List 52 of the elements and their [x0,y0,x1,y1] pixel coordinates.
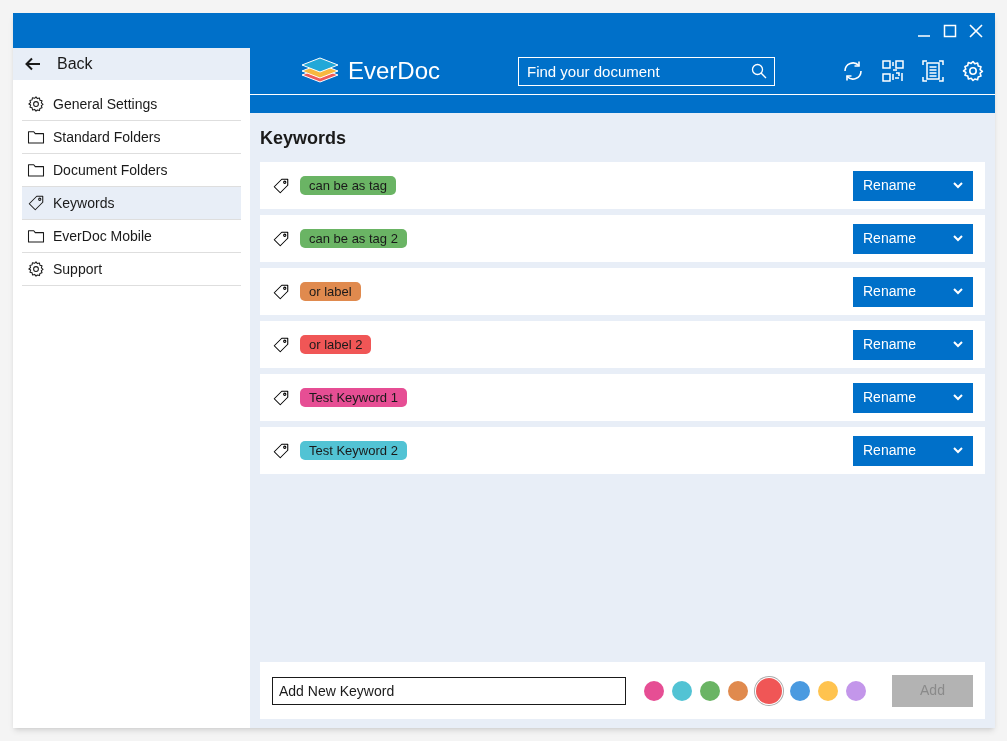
document-scan-icon[interactable] [921,59,945,83]
color-swatch[interactable] [818,680,838,701]
chevron-down-icon [953,447,963,454]
keyword-input-field[interactable]: Add New Keyword [272,676,626,705]
page-title: Keywords [260,127,348,150]
folder-icon [27,162,45,178]
arrow-left-icon [25,57,41,71]
tag-icon [27,194,45,212]
keyword-tag: Test Keyword 2 [300,441,407,460]
rename-button[interactable]: Rename [853,382,973,413]
tag-icon [272,229,290,248]
gear-icon [27,95,45,113]
color-swatch[interactable] [756,677,782,704]
search-field[interactable]: Find your document [518,56,775,86]
tag-icon [272,282,290,301]
qr-code-icon[interactable] [881,59,905,83]
search-icon [751,62,767,79]
color-swatch[interactable] [700,680,720,701]
tag-icon [272,176,290,195]
chevron-down-icon [953,288,963,295]
keyword-tag: Test Keyword 1 [300,388,407,407]
sync-icon[interactable] [841,59,865,83]
maximize-icon[interactable] [943,23,957,38]
color-swatch[interactable] [644,680,664,701]
close-icon[interactable] [969,23,983,38]
folder-icon [27,228,45,244]
color-swatch[interactable] [672,680,692,701]
chevron-down-icon [953,182,963,189]
rename-button[interactable]: Rename [853,329,973,360]
rename-button[interactable]: Rename [853,170,973,201]
gear-icon [27,260,45,278]
chevron-down-icon [953,394,963,401]
color-swatch[interactable] [728,680,748,701]
keyword-tag: or label 2 [300,335,372,354]
color-swatch[interactable] [846,680,866,701]
sidebar-item[interactable]: Keywords [22,187,241,220]
rename-button[interactable]: Rename [853,276,973,307]
app-name: EverDoc [347,56,440,86]
tag-icon [272,388,290,407]
keyword-tag: can be as tag 2 [300,229,407,248]
back-button[interactable]: Back [13,48,250,80]
color-swatch[interactable] [790,680,810,701]
settings-icon[interactable] [961,59,985,83]
keyword-tag: or label [300,282,361,301]
tag-icon [272,335,290,354]
rename-button[interactable]: Rename [853,223,973,254]
folder-icon [27,129,45,145]
tag-icon [272,441,290,460]
keyword-tag: can be as tag [300,176,397,195]
rename-button[interactable]: Rename [853,435,973,466]
chevron-down-icon [953,235,963,242]
chevron-down-icon [953,341,963,348]
